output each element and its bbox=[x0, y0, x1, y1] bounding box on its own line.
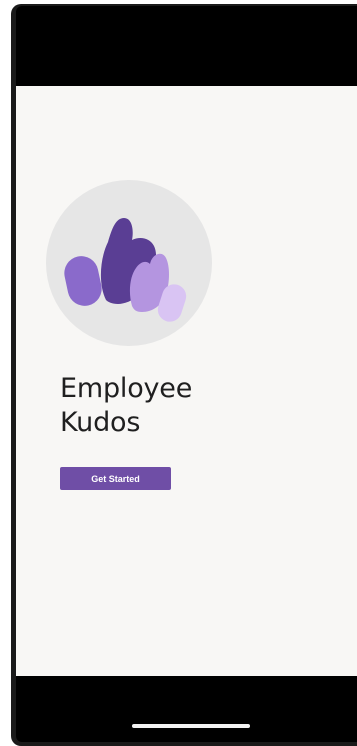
status-bar bbox=[16, 6, 357, 86]
get-started-button[interactable]: Get Started bbox=[60, 467, 171, 490]
app-title-line-2: Kudos bbox=[60, 407, 141, 438]
app-screen: Employee Kudos Get Started bbox=[16, 86, 357, 676]
left-hand-shape bbox=[64, 256, 102, 306]
app-title: Employee Kudos bbox=[60, 372, 280, 440]
home-indicator[interactable] bbox=[132, 724, 250, 728]
hero-illustration bbox=[46, 180, 212, 346]
navigation-bar bbox=[16, 676, 357, 742]
app-title-line-1: Employee bbox=[60, 373, 193, 404]
raised-hands-icon bbox=[64, 218, 187, 322]
